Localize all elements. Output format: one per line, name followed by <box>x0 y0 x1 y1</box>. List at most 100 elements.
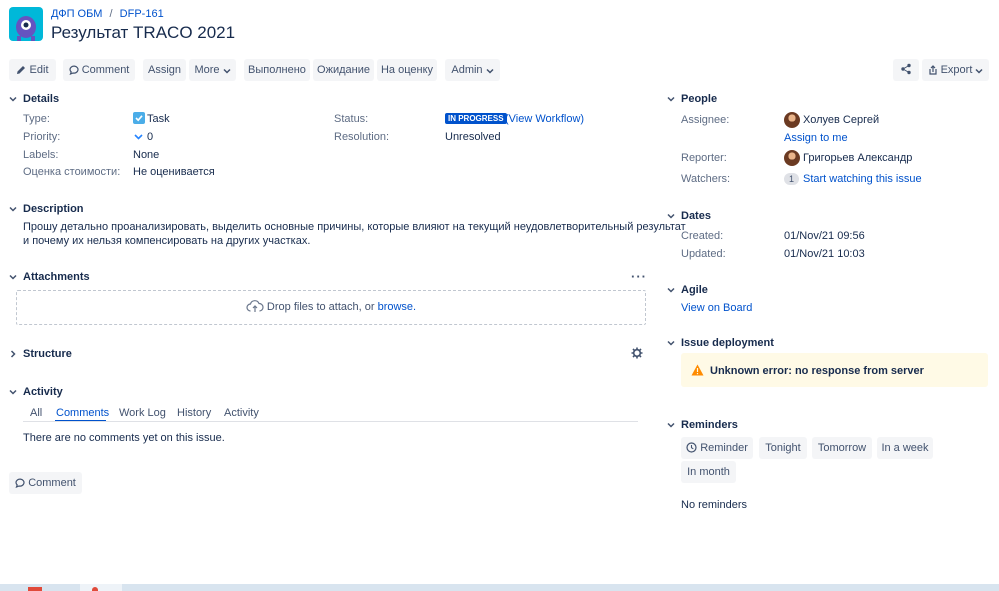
priority-value: 0 <box>147 131 154 143</box>
share-icon <box>901 63 911 75</box>
export-icon <box>928 65 937 75</box>
edit-button[interactable]: Edit <box>9 59 56 81</box>
transition-waiting-button[interactable]: Ожидание <box>313 59 374 81</box>
taskbar-app-icon[interactable] <box>28 587 42 591</box>
view-workflow-link[interactable]: (View Workflow) <box>505 113 584 125</box>
view-on-board-link[interactable]: View on Board <box>681 302 752 314</box>
tabs-divider <box>23 421 638 422</box>
breadcrumb-separator: / <box>109 8 113 20</box>
project-avatar-icon <box>16 16 36 41</box>
comment-button[interactable]: Comment <box>63 59 135 81</box>
comment-button-label: Comment <box>81 64 130 76</box>
chevron-down-icon <box>223 68 231 74</box>
task-type-icon <box>133 112 145 124</box>
transition-done-button[interactable]: Выполнено <box>244 59 310 81</box>
agile-section-title[interactable]: Agile <box>681 284 708 296</box>
priority-label: Priority: <box>23 131 61 143</box>
chevron-down-icon[interactable] <box>9 205 17 213</box>
taskbar <box>0 584 999 591</box>
share-button[interactable] <box>893 59 919 81</box>
comment-icon <box>69 65 79 76</box>
admin-button-label: Admin <box>451 64 483 76</box>
reminder-button[interactable]: Reminder <box>681 437 753 459</box>
updated-value: 01/Nov/21 10:03 <box>784 248 865 260</box>
chevron-down-icon[interactable] <box>667 95 675 103</box>
start-watching-link[interactable]: Start watching this issue <box>803 173 922 185</box>
chevron-down-icon[interactable] <box>9 95 17 103</box>
gear-icon[interactable] <box>631 347 643 359</box>
browse-link[interactable]: browse. <box>378 301 417 313</box>
chevron-down-icon <box>486 68 494 74</box>
chevron-down-icon[interactable] <box>667 286 675 294</box>
deployment-error-text: Unknown error: no response from server <box>710 365 924 377</box>
assign-to-me-link[interactable]: Assign to me <box>784 132 848 144</box>
people-section-title[interactable]: People <box>681 93 717 105</box>
activity-section-title[interactable]: Activity <box>23 386 63 398</box>
dates-section-title[interactable]: Dates <box>681 210 711 222</box>
tab-history[interactable]: History <box>177 407 211 419</box>
updated-label: Updated: <box>681 248 726 260</box>
tab-work-log[interactable]: Work Log <box>119 407 166 419</box>
admin-button[interactable]: Admin <box>445 59 500 81</box>
description-section-title[interactable]: Description <box>23 203 84 215</box>
attachments-section-title[interactable]: Attachments <box>23 271 90 283</box>
warning-icon <box>691 364 704 376</box>
breadcrumb: ДФП ОБМ / DFP-161 <box>51 8 164 20</box>
page-title: Результат TRACO 2021 <box>51 23 236 42</box>
breadcrumb-project-link[interactable]: ДФП ОБМ <box>51 8 102 20</box>
details-section-title[interactable]: Details <box>23 93 59 105</box>
attachment-dropzone[interactable]: Drop files to attach, or browse. <box>16 290 646 325</box>
status-label: Status: <box>334 113 369 125</box>
taskbar-app-icon <box>92 587 98 591</box>
structure-section-title[interactable]: Structure <box>23 348 72 360</box>
more-button[interactable]: More <box>189 59 236 81</box>
more-button-label: More <box>194 64 220 76</box>
deployment-section-title[interactable]: Issue deployment <box>681 337 774 349</box>
deployment-error-banner: Unknown error: no response from server <box>681 353 988 387</box>
tab-comments[interactable]: Comments <box>56 407 109 419</box>
labels-value[interactable]: None <box>133 149 159 161</box>
add-comment-label: Comment <box>28 477 76 489</box>
chevron-down-icon[interactable] <box>9 388 17 396</box>
chevron-right-icon[interactable] <box>9 350 17 358</box>
in-month-button[interactable]: In month <box>681 461 736 483</box>
description-line-1: Прошу детально проанализировать, выделит… <box>23 221 686 233</box>
assign-button[interactable]: Assign <box>143 59 186 81</box>
no-comments-text: There are no comments yet on this issue. <box>23 432 225 444</box>
cloud-upload-icon <box>246 300 264 312</box>
transition-review-button[interactable]: На оценку <box>377 59 437 81</box>
add-comment-button[interactable]: Comment <box>9 472 82 494</box>
reporter-avatar <box>784 150 800 166</box>
breadcrumb-issue-link[interactable]: DFP-161 <box>120 8 164 20</box>
type-value: Task <box>147 113 170 125</box>
project-avatar[interactable] <box>9 7 43 41</box>
reminders-section-title[interactable]: Reminders <box>681 419 738 431</box>
resolution-label: Resolution: <box>334 131 390 143</box>
tomorrow-button[interactable]: Tomorrow <box>812 437 872 459</box>
tab-activity[interactable]: Activity <box>224 407 259 419</box>
chevron-down-icon[interactable] <box>9 273 17 281</box>
resolution-value: Unresolved <box>445 131 501 143</box>
assignee-name[interactable]: Холуев Сергей <box>803 114 879 126</box>
estimate-label: Оценка стоимости: <box>23 166 121 178</box>
created-label: Created: <box>681 230 724 242</box>
export-button[interactable]: Export <box>922 59 989 81</box>
tab-all[interactable]: All <box>30 407 42 419</box>
in-a-week-button[interactable]: In a week <box>877 437 933 459</box>
tonight-button[interactable]: Tonight <box>759 437 807 459</box>
chevron-down-icon[interactable] <box>667 212 675 220</box>
chevron-down-icon[interactable] <box>667 339 675 347</box>
reporter-name[interactable]: Григорьев Александр <box>803 152 912 164</box>
chevron-down-icon[interactable] <box>667 421 675 429</box>
priority-low-icon <box>134 134 143 140</box>
description-line-2: и почему их нельзя компенсировать на дру… <box>23 235 311 247</box>
watchers-count-badge: 1 <box>784 173 799 185</box>
more-options-icon[interactable]: ··· <box>631 269 647 284</box>
created-value: 01/Nov/21 09:56 <box>784 230 865 242</box>
reminder-button-label: Reminder <box>700 442 748 454</box>
clock-icon <box>686 442 697 453</box>
assignee-avatar <box>784 112 800 128</box>
dropzone-text: Drop files to attach, or <box>266 301 375 313</box>
estimate-value: Не оценивается <box>133 166 215 178</box>
taskbar-active-app[interactable] <box>80 584 122 591</box>
